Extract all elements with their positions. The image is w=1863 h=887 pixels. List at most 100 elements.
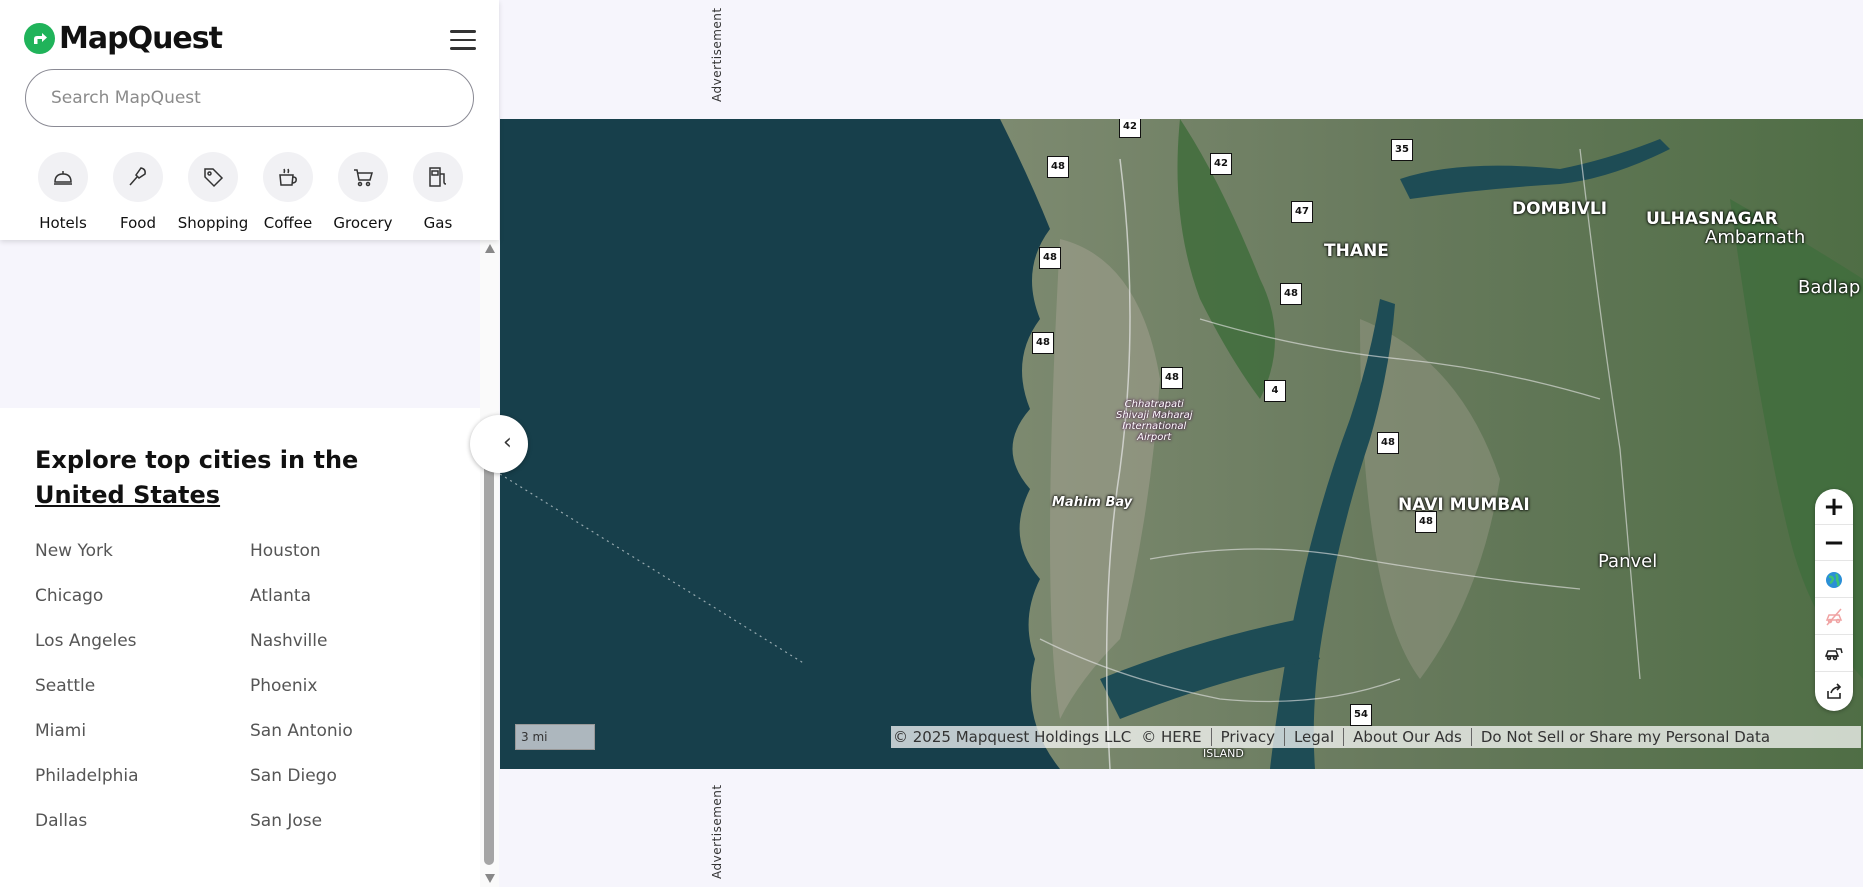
separator — [1343, 728, 1345, 746]
place-label: NAVI MUMBAI — [1398, 495, 1530, 515]
highway-shield: 54 — [1350, 704, 1372, 726]
map-controls: + − — [1815, 489, 1853, 711]
car-traffic-icon[interactable] — [1815, 636, 1853, 672]
cart-icon — [338, 152, 388, 202]
hamburger-menu-icon[interactable] — [450, 30, 476, 52]
separator — [1283, 728, 1285, 746]
airport-label-line: International — [1122, 421, 1187, 432]
mapquest-logo[interactable]: MapQuest — [24, 20, 223, 56]
highway-shield: 48 — [1047, 156, 1069, 178]
category-gas[interactable]: Gas — [400, 152, 476, 232]
category-label: Coffee — [263, 214, 313, 232]
highway-shield: 48 — [1377, 432, 1399, 454]
satellite-map[interactable]: 42 48 42 35 47 48 48 48 48 4 48 48 54 UL… — [500, 119, 1863, 769]
airport-label-line: Shivaji Maharaj — [1116, 410, 1193, 421]
chevron-left-icon: ‹ — [503, 430, 512, 455]
highway-shield: 35 — [1391, 139, 1413, 161]
city-link[interactable]: Seattle — [35, 676, 95, 696]
separator — [1470, 728, 1472, 746]
ad-label: Advertisement — [710, 784, 724, 879]
privacy-link[interactable]: Privacy — [1221, 728, 1275, 746]
top-ad-banner: Advertisement — [500, 0, 1863, 119]
scroll-down-arrow-icon[interactable] — [485, 874, 495, 883]
scrollbar-thumb[interactable] — [484, 420, 494, 865]
airport-label: Chhatrapati Shivaji Maharaj Internationa… — [1116, 399, 1192, 443]
about-ads-link[interactable]: About Our Ads — [1353, 728, 1462, 746]
highway-shield: 42 — [1119, 119, 1141, 138]
place-label: ULHASNAGAR — [1646, 209, 1778, 229]
category-hotels[interactable]: Hotels — [25, 152, 101, 232]
share-icon[interactable] — [1815, 673, 1853, 709]
city-link[interactable]: Phoenix — [250, 676, 317, 696]
logo-icon — [24, 22, 55, 54]
highway-shield: 48 — [1032, 332, 1054, 354]
highway-shield: 42 — [1210, 153, 1232, 175]
scroll-up-arrow-icon[interactable] — [485, 244, 495, 253]
city-link[interactable]: Miami — [35, 721, 86, 741]
city-link[interactable]: San Jose — [250, 811, 322, 831]
city-link[interactable]: Philadelphia — [35, 766, 139, 786]
explore-section: Explore top cities in the United States — [35, 443, 455, 513]
explore-title: Explore top cities in the United States — [35, 443, 455, 513]
mapquest-page: MapQuest Hotels Food — [0, 0, 1863, 887]
explore-title-text: Explore top cities in the — [35, 446, 359, 474]
sidebar: MapQuest Hotels Food — [0, 0, 499, 887]
category-label: Hotels — [39, 214, 87, 232]
legal-link[interactable]: Legal — [1294, 728, 1334, 746]
airport-label-line: Airport — [1137, 432, 1172, 443]
search-input[interactable] — [25, 69, 474, 127]
copyright-text: © 2025 Mapquest Holdings LLC — [893, 728, 1132, 746]
traffic-off-icon[interactable] — [1815, 599, 1853, 635]
collapse-sidebar-button[interactable]: ‹ — [470, 415, 528, 473]
highway-shield: 4 — [1264, 380, 1286, 402]
sidebar-scrollbar[interactable] — [480, 240, 499, 887]
bottom-ad-banner: Advertisement — [500, 769, 1863, 887]
airport-label-line: Chhatrapati — [1124, 399, 1184, 410]
highway-shield: 48 — [1280, 283, 1302, 305]
here-credit: © HERE — [1141, 728, 1202, 746]
place-label: ISLAND — [1203, 747, 1244, 760]
utensils-icon — [113, 152, 163, 202]
separator — [1210, 728, 1212, 746]
category-coffee[interactable]: Coffee — [250, 152, 326, 232]
map-attribution: © 2025 Mapquest Holdings LLC © HERE Priv… — [891, 726, 1861, 748]
gas-pump-icon — [413, 152, 463, 202]
highway-shield: 48 — [1039, 247, 1061, 269]
category-grocery[interactable]: Grocery — [325, 152, 401, 232]
category-label: Grocery — [333, 214, 393, 232]
sidebar-ad-slot — [0, 240, 480, 408]
city-link[interactable]: San Antonio — [250, 721, 353, 741]
place-label: DOMBIVLI — [1512, 199, 1608, 219]
place-label: Ambarnath — [1705, 227, 1806, 248]
ad-label: Advertisement — [710, 7, 724, 102]
city-link[interactable]: Dallas — [35, 811, 87, 831]
category-label: Food — [120, 214, 156, 232]
city-link[interactable]: New York — [35, 541, 113, 561]
highway-shield: 48 — [1161, 367, 1183, 389]
place-label: THANE — [1324, 241, 1389, 261]
city-link[interactable]: Los Angeles — [35, 631, 137, 651]
category-shopping[interactable]: Shopping — [175, 152, 251, 232]
city-link[interactable]: Nashville — [250, 631, 327, 651]
do-not-sell-link[interactable]: Do Not Sell or Share my Personal Data — [1481, 728, 1770, 746]
category-label: Gas — [423, 214, 453, 232]
highway-shield: 47 — [1291, 201, 1313, 223]
tag-icon — [188, 152, 238, 202]
globe-icon[interactable] — [1815, 562, 1853, 598]
coffee-cup-icon — [263, 152, 313, 202]
logo-text: MapQuest — [59, 20, 223, 56]
country-link[interactable]: United States — [35, 481, 220, 509]
city-link[interactable]: San Diego — [250, 766, 337, 786]
place-label: Mahim Bay — [1052, 495, 1133, 510]
zoom-out-button[interactable]: − — [1815, 525, 1853, 561]
city-link[interactable]: Chicago — [35, 586, 103, 606]
hotel-bell-icon — [38, 152, 88, 202]
place-label: Panvel — [1598, 551, 1658, 572]
zoom-in-button[interactable]: + — [1815, 489, 1853, 525]
category-label: Shopping — [177, 214, 249, 232]
sidebar-header: MapQuest Hotels Food — [0, 0, 499, 240]
map-scale: 3 mi — [515, 724, 595, 750]
category-food[interactable]: Food — [100, 152, 176, 232]
city-link[interactable]: Houston — [250, 541, 321, 561]
city-link[interactable]: Atlanta — [250, 586, 311, 606]
